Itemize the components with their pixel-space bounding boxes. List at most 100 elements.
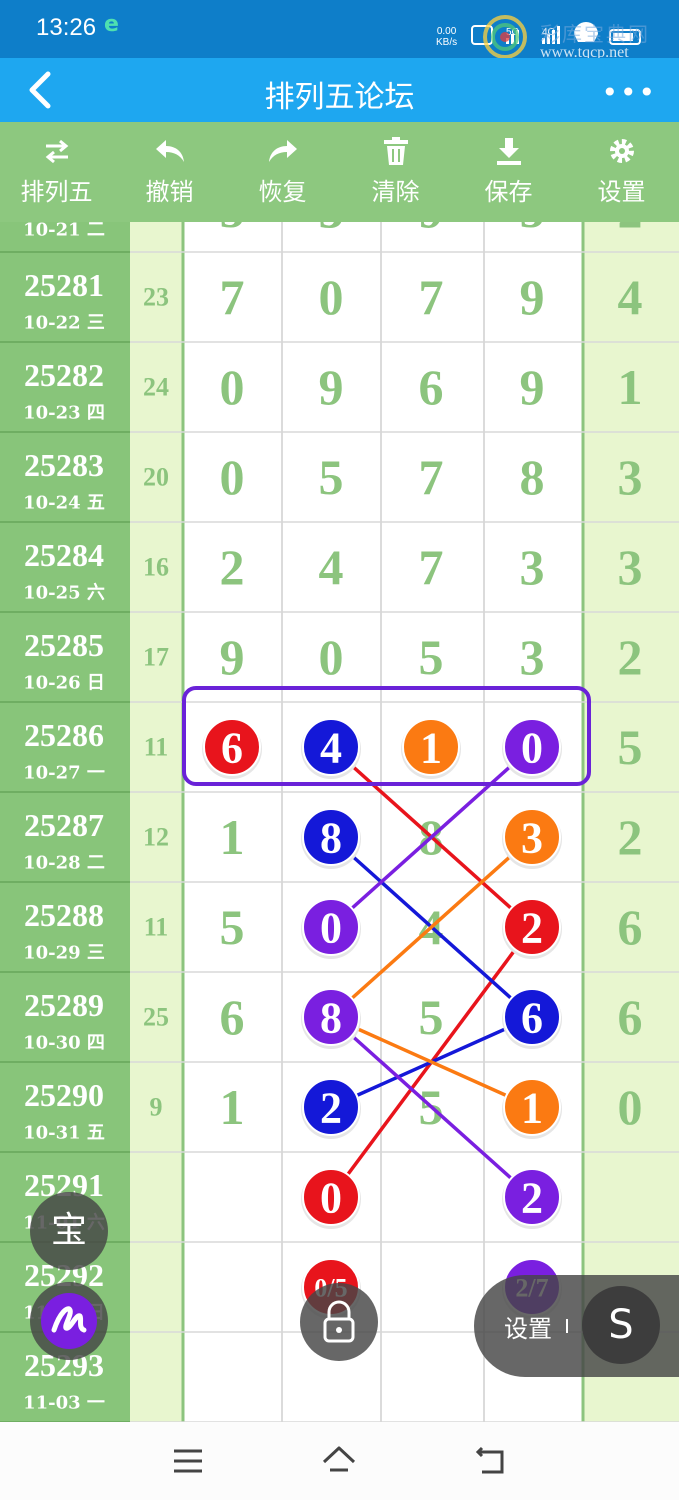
row-date: 10-25 六 <box>23 582 105 604</box>
system-nav-bar <box>0 1422 679 1500</box>
digit-cell: 3 <box>520 629 545 685</box>
ball-number: 6 <box>521 994 543 1043</box>
digit-cell: 6 <box>419 359 444 415</box>
toolbar-label: 设置 <box>597 178 646 206</box>
home-icon[interactable] <box>320 1444 358 1476</box>
row-date: 10-29 三 <box>23 943 105 964</box>
row-sum: 12 <box>143 823 169 852</box>
digit-cell: 7 <box>419 269 444 325</box>
row-date: 10-30 四 <box>23 1033 105 1054</box>
toolbar-label: 排列五 <box>20 178 93 206</box>
row-date: 10-22 三 <box>23 313 105 334</box>
s-floating-button[interactable]: S <box>582 1286 660 1364</box>
watermark-logo <box>483 15 527 59</box>
digit-cell: 5 <box>419 629 444 685</box>
row-date: 10-28 二 <box>23 853 105 874</box>
redo-icon <box>268 140 297 162</box>
digit-cell: 4 <box>319 539 344 595</box>
ball-number: 2 <box>521 1174 543 1223</box>
title-bar: 排列五论坛 ••• <box>0 58 679 122</box>
right-cell: 4 <box>618 269 643 325</box>
undo-button[interactable]: 撤销 <box>113 122 226 222</box>
digit-cell: 0 <box>319 269 344 325</box>
right-cell: 5 <box>618 719 643 775</box>
toolbar-label: 恢复 <box>258 178 307 206</box>
net-speed-value: 0.00 <box>436 26 457 37</box>
digit-cell: 0 <box>319 629 344 685</box>
toolbar: 排列五 撤销 恢复 清除 保存 设置 <box>0 122 679 222</box>
row-date: 10-31 五 <box>23 1123 105 1144</box>
ball-number: 0 <box>521 724 543 773</box>
app-logo-floating-button[interactable] <box>30 1282 108 1360</box>
row-date: 10-24 五 <box>23 493 105 514</box>
row-sum: 11 <box>144 733 169 762</box>
row-issue: 25282 <box>24 357 104 393</box>
trash-icon <box>383 137 408 165</box>
row-issue: 25283 <box>24 447 104 483</box>
ball-number: 6 <box>221 724 243 773</box>
digit-cell: 5 <box>220 222 245 238</box>
right-cell: 3 <box>618 449 643 505</box>
row-issue: 25288 <box>24 897 104 933</box>
redo-button[interactable]: 恢复 <box>226 122 339 222</box>
floating-settings-label[interactable]: 设置 <box>504 1309 552 1344</box>
digit-cell: 9 <box>220 629 245 685</box>
status-time: 13:26 <box>36 14 97 41</box>
save-button[interactable]: 保存 <box>452 122 565 222</box>
digit-cell: 7 <box>419 539 444 595</box>
digit-cell: 2 <box>220 539 245 595</box>
digit-cell: 3 <box>319 222 344 238</box>
row-sum: 9 <box>150 1093 163 1122</box>
right-cell: 1 <box>618 359 643 415</box>
app-e-icon: e <box>104 12 119 37</box>
digit-cell: 5 <box>520 222 545 238</box>
digit-cell: 0 <box>220 359 245 415</box>
row-date: 11-03 一 <box>23 1393 105 1414</box>
ball-number: 0 <box>320 1174 342 1223</box>
digit-cell: 7 <box>419 449 444 505</box>
row-issue: 25286 <box>24 717 104 753</box>
digit-cell: 1 <box>220 1079 245 1135</box>
ball-number: 2 <box>320 1084 342 1133</box>
ball-number: 3 <box>521 814 543 863</box>
settings-button[interactable]: 设置 <box>565 122 678 222</box>
page-title: 排列五论坛 <box>264 80 415 115</box>
digit-cell: 5 <box>220 899 245 955</box>
row-sum: 17 <box>143 643 169 672</box>
ball-number: 1 <box>521 1084 543 1133</box>
row-issue: 25281 <box>24 267 104 303</box>
row-date: 10-27 一 <box>23 763 105 784</box>
toolbar-label: 保存 <box>484 178 533 206</box>
lock-floating-button[interactable] <box>300 1283 378 1361</box>
right-cell: 2 <box>618 222 643 238</box>
row-issue: 25284 <box>24 537 104 573</box>
row-issue: 25287 <box>24 807 104 843</box>
lock-icon <box>323 1300 355 1343</box>
bao-floating-button[interactable]: 宝 <box>30 1192 108 1270</box>
toolbar-label: 清除 <box>371 178 420 206</box>
row-issue: 25285 <box>24 627 104 663</box>
row-sum: 11 <box>144 913 169 942</box>
digit-cell: 9 <box>319 359 344 415</box>
ball-number: 0 <box>320 904 342 953</box>
download-icon <box>496 138 521 165</box>
gear-icon <box>609 139 634 163</box>
back-nav-icon[interactable] <box>474 1444 508 1476</box>
digit-cell: 8 <box>520 449 545 505</box>
row-sum: 23 <box>143 283 169 312</box>
net-speed-unit: KB/s <box>436 37 458 48</box>
ball-number: 8 <box>320 814 342 863</box>
settings-floating-panel[interactable]: 设置 S <box>474 1275 679 1377</box>
row-issue: 25290 <box>24 1077 104 1113</box>
digit-cell: 6 <box>220 989 245 1045</box>
digit-cell: 1 <box>220 809 245 865</box>
net-speed: 0.00 KB/s <box>436 26 457 48</box>
digit-cell: 7 <box>220 269 245 325</box>
s-label: S <box>608 1302 634 1348</box>
row-sum: 20 <box>143 463 169 492</box>
toolbar-lottery-switch-button[interactable]: 排列五 <box>0 122 113 222</box>
more-menu-button[interactable]: ••• <box>601 76 657 109</box>
app-logo-icon <box>41 1293 97 1349</box>
menu-icon[interactable] <box>172 1448 204 1474</box>
clear-button[interactable]: 清除 <box>339 122 452 222</box>
